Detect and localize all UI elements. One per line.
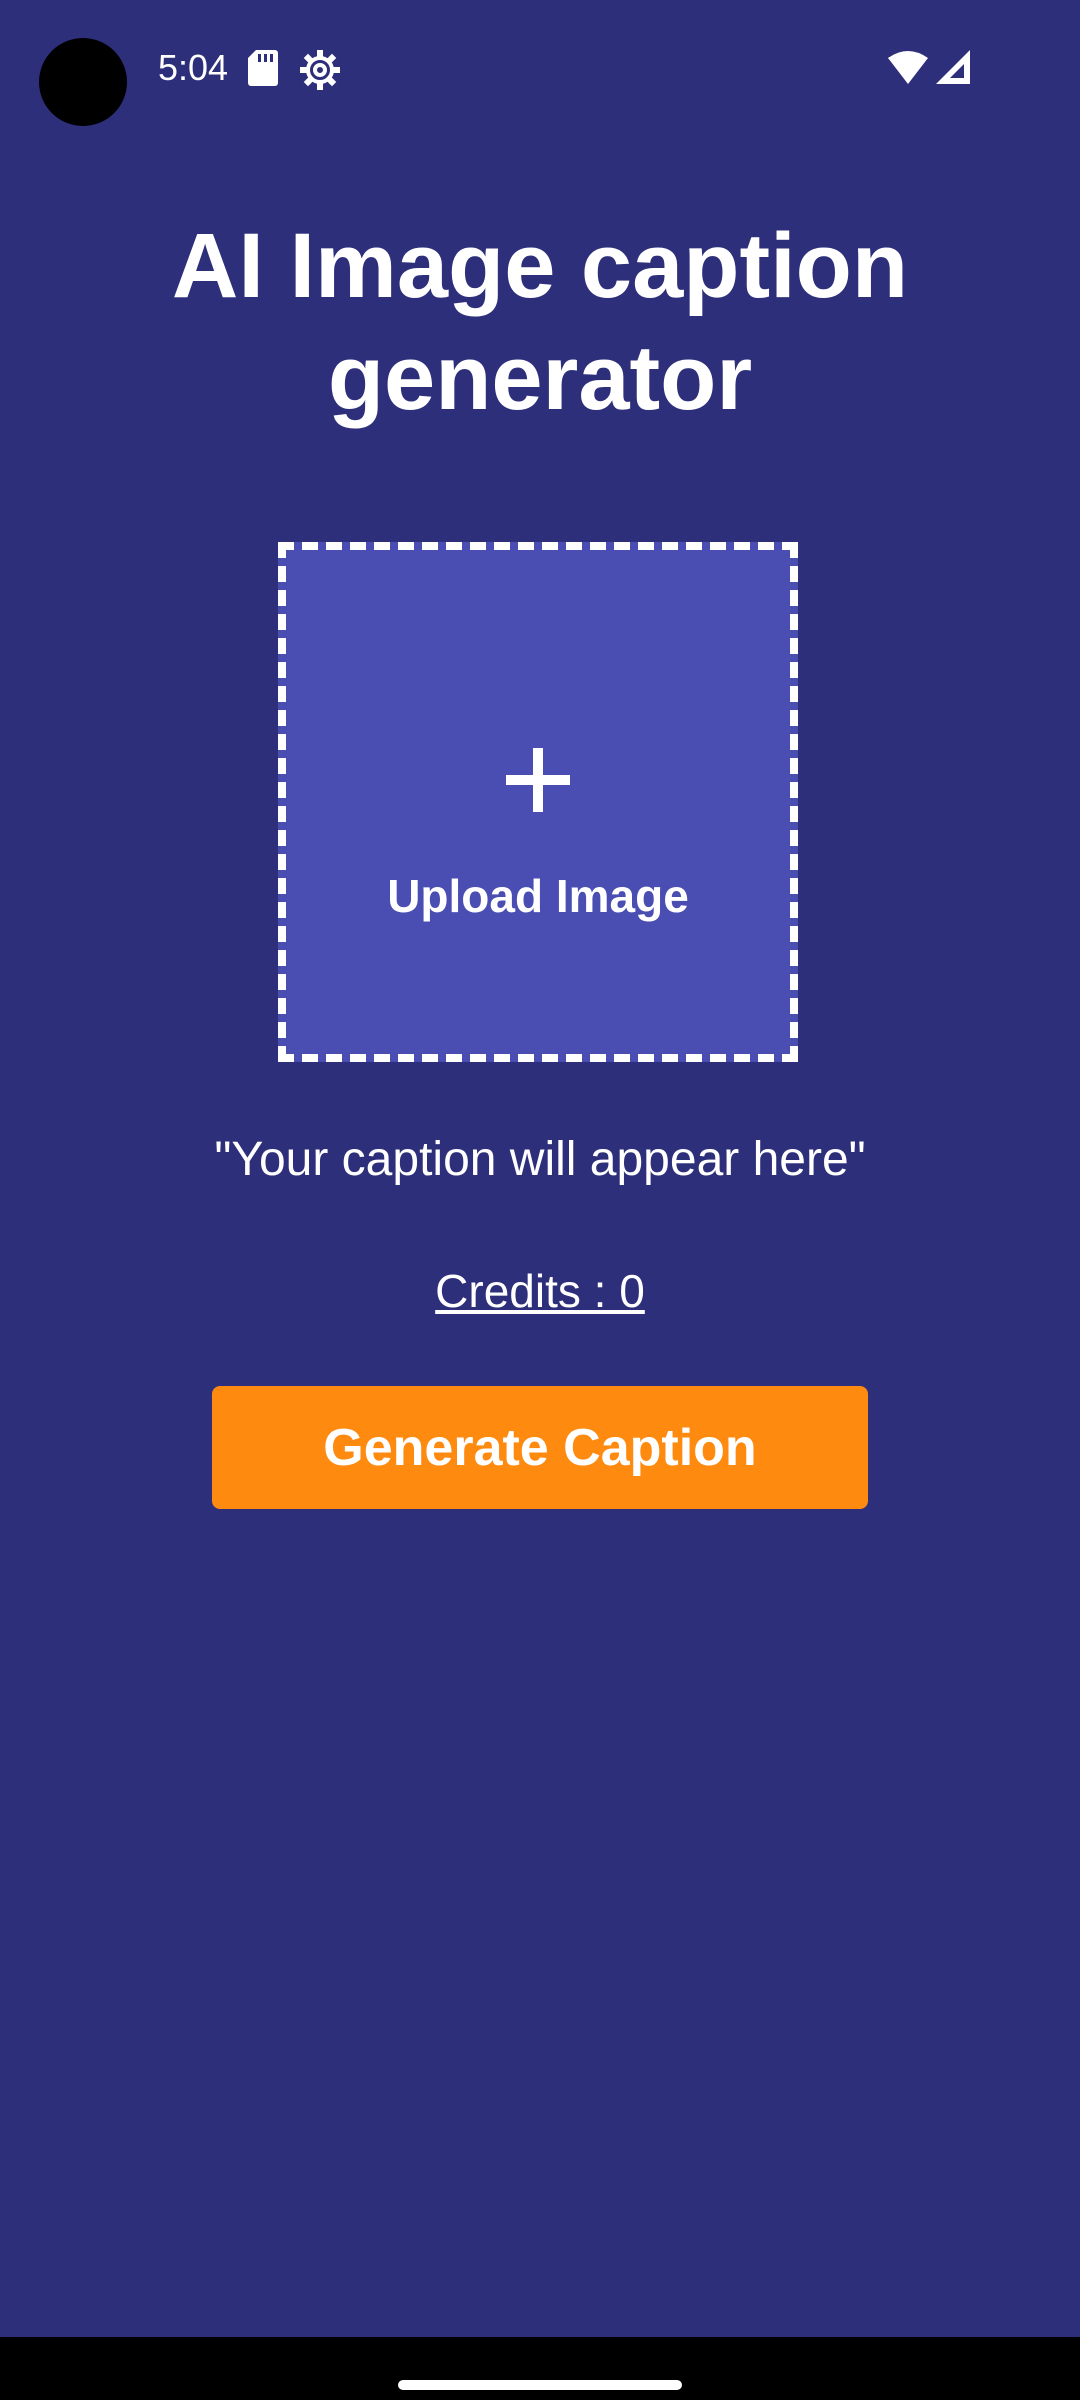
gear-icon (300, 50, 340, 95)
status-bar: 5:04 (0, 0, 1080, 140)
cell-signal-icon (936, 50, 970, 89)
page-title: AI Image caption generator (171, 215, 909, 429)
navigation-bar (0, 2337, 1080, 2400)
upload-label: Upload Image (387, 870, 689, 922)
generate-caption-button[interactable]: Generate Caption (212, 1386, 868, 1509)
status-time: 5:04 (158, 47, 229, 88)
caption-output: "Your caption will appear here" (214, 1133, 866, 1186)
plus-icon (506, 748, 570, 812)
home-indicator[interactable] (398, 2380, 682, 2390)
upload-image-button[interactable]: Upload Image (278, 542, 798, 1062)
wifi-icon (888, 50, 928, 89)
credits-link[interactable]: Credits : 0 (240, 1262, 840, 1320)
app-screen: 5:04 AI Image caption generator Upload I… (0, 0, 1080, 2400)
camera-cutout (39, 38, 127, 126)
sd-card-icon (248, 50, 278, 91)
